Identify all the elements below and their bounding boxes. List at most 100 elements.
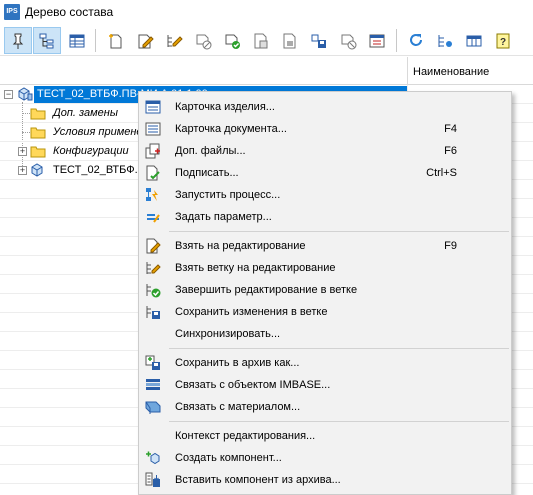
tree-connector: [22, 132, 30, 133]
menu-item-label: Взять ветку на редактирование: [175, 262, 336, 274]
toolbar-separator: [396, 29, 397, 52]
menu-item-link-imbase[interactable]: Связать с объектом IMBASE...: [139, 374, 511, 396]
menu-item-item-card[interactable]: Карточка изделия...: [139, 96, 511, 118]
tree-settings-button[interactable]: [431, 27, 459, 54]
save-copy-button[interactable]: [247, 27, 275, 54]
tree-node-label: Условия примене: [53, 126, 143, 138]
start-process-icon: [146, 188, 158, 201]
save-to-archive-icon: [145, 355, 160, 370]
columns-icon: [466, 35, 482, 46]
save-branch-icon: [311, 34, 326, 48]
table-icon: [69, 34, 85, 47]
edit-branch-button[interactable]: [160, 27, 188, 54]
pin-button[interactable]: [4, 27, 32, 54]
edit-icon: [138, 34, 154, 48]
edit-button[interactable]: [131, 27, 159, 54]
help-icon: ?: [496, 33, 510, 48]
pin-icon: [12, 33, 24, 49]
menu-item-finish-branch-edit[interactable]: Завершить редактирование в ветке: [139, 279, 511, 301]
extra-files-icon: [145, 143, 160, 159]
folder-icon: [30, 127, 46, 139]
menu-item-label: Карточка документа...: [175, 123, 287, 135]
save-copy-icon: [254, 33, 268, 48]
save-branch-icon: [146, 306, 160, 319]
create-component-icon: [146, 451, 160, 465]
insert-component-icon: [145, 472, 160, 487]
menu-item-shortcut: Ctrl+S: [426, 167, 457, 179]
window-title: Дерево состава: [25, 5, 114, 19]
columns-button[interactable]: [460, 27, 488, 54]
menu-item-sign[interactable]: Подписать... Ctrl+S: [139, 162, 511, 184]
menu-item-label: Создать компонент...: [175, 452, 282, 464]
link-material-icon: [145, 401, 161, 414]
tree-structure-button[interactable]: [33, 27, 61, 54]
take-branch-edit-icon: [146, 262, 161, 274]
menu-item-extra-files[interactable]: Доп. файлы... F6: [139, 140, 511, 162]
menu-item-set-parameter[interactable]: Задать параметр...: [139, 206, 511, 228]
menu-item-shortcut: F6: [444, 145, 457, 157]
link-imbase-icon: [146, 379, 160, 390]
new-object-icon: [109, 33, 122, 48]
refresh-button[interactable]: [402, 27, 430, 54]
menu-item-synchronize[interactable]: Синхронизировать...: [139, 323, 511, 345]
folder-icon: [30, 146, 46, 158]
column-divider[interactable]: [407, 57, 408, 85]
menu-item-label: Сохранить изменения в ветке: [175, 306, 328, 318]
menu-item-label: Карточка изделия...: [175, 101, 275, 113]
menu-item-label: Связать с объектом IMBASE...: [175, 379, 331, 391]
tree-settings-icon: [438, 34, 452, 47]
document-card-icon: [145, 122, 161, 136]
save-branch-button[interactable]: [305, 27, 333, 54]
menu-item-save-branch[interactable]: Сохранить изменения в ветке: [139, 301, 511, 323]
menu-item-label: Вставить компонент из архива...: [175, 474, 341, 486]
menu-item-label: Сохранить в архив как...: [175, 357, 300, 369]
delete-icon: [341, 34, 357, 49]
menu-item-insert-component[interactable]: Вставить компонент из архива...: [139, 469, 511, 491]
menu-item-create-component[interactable]: Создать компонент...: [139, 447, 511, 469]
menu-item-label: Взять на редактирование: [175, 240, 306, 252]
context-menu: Карточка изделия... Карточка документа..…: [138, 91, 512, 495]
tree-node-label: Доп. замены: [53, 107, 118, 119]
take-edit-icon: [146, 238, 161, 254]
svg-text:?: ?: [500, 37, 506, 48]
app-logo-icon: IPS: [4, 4, 20, 20]
cancel-edit-button[interactable]: [189, 27, 217, 54]
menu-item-link-material[interactable]: Связать с материалом...: [139, 396, 511, 418]
finish-edit-button[interactable]: [218, 27, 246, 54]
menu-item-start-process[interactable]: Запустить процесс...: [139, 184, 511, 206]
expand-toggle[interactable]: +: [18, 147, 27, 156]
assembly-icon: [31, 163, 43, 177]
table-view-button[interactable]: [63, 27, 91, 54]
properties-button[interactable]: [363, 27, 391, 54]
menu-item-save-to-archive[interactable]: Сохранить в архив как...: [139, 352, 511, 374]
delete-button[interactable]: [334, 27, 362, 54]
save-button[interactable]: [276, 27, 304, 54]
finish-edit-icon: [225, 34, 240, 49]
menu-separator: [169, 348, 509, 349]
menu-item-take-branch-edit[interactable]: Взять ветку на редактирование: [139, 257, 511, 279]
tree-structure-icon: [39, 33, 54, 48]
refresh-icon: [410, 33, 422, 46]
title-bar: IPS Дерево состава: [0, 0, 533, 24]
expand-toggle[interactable]: +: [18, 166, 27, 175]
menu-item-label: Связать с материалом...: [175, 401, 301, 413]
help-button[interactable]: ?: [489, 27, 517, 54]
sign-icon: [146, 165, 160, 181]
toolbar: ?: [0, 25, 533, 56]
tree-node-label: Конфигурации: [53, 145, 129, 157]
menu-item-label: Подписать...: [175, 167, 239, 179]
edit-branch-icon: [167, 34, 183, 47]
tree-connector: [22, 113, 30, 114]
menu-item-label: Контекст редактирования...: [175, 430, 316, 442]
menu-item-take-edit[interactable]: Взять на редактирование F9: [139, 235, 511, 257]
save-icon: [283, 33, 296, 48]
assembly-icon: [18, 87, 33, 101]
column-name-header[interactable]: Наименование: [413, 66, 489, 78]
toolbar-separator: [95, 29, 96, 52]
menu-item-edit-context[interactable]: Контекст редактирования...: [139, 425, 511, 447]
menu-item-document-card[interactable]: Карточка документа... F4: [139, 118, 511, 140]
menu-item-shortcut: F9: [444, 240, 457, 252]
menu-item-label: Завершить редактирование в ветке: [175, 284, 358, 296]
collapse-toggle[interactable]: −: [4, 90, 13, 99]
new-object-button[interactable]: [102, 27, 130, 54]
